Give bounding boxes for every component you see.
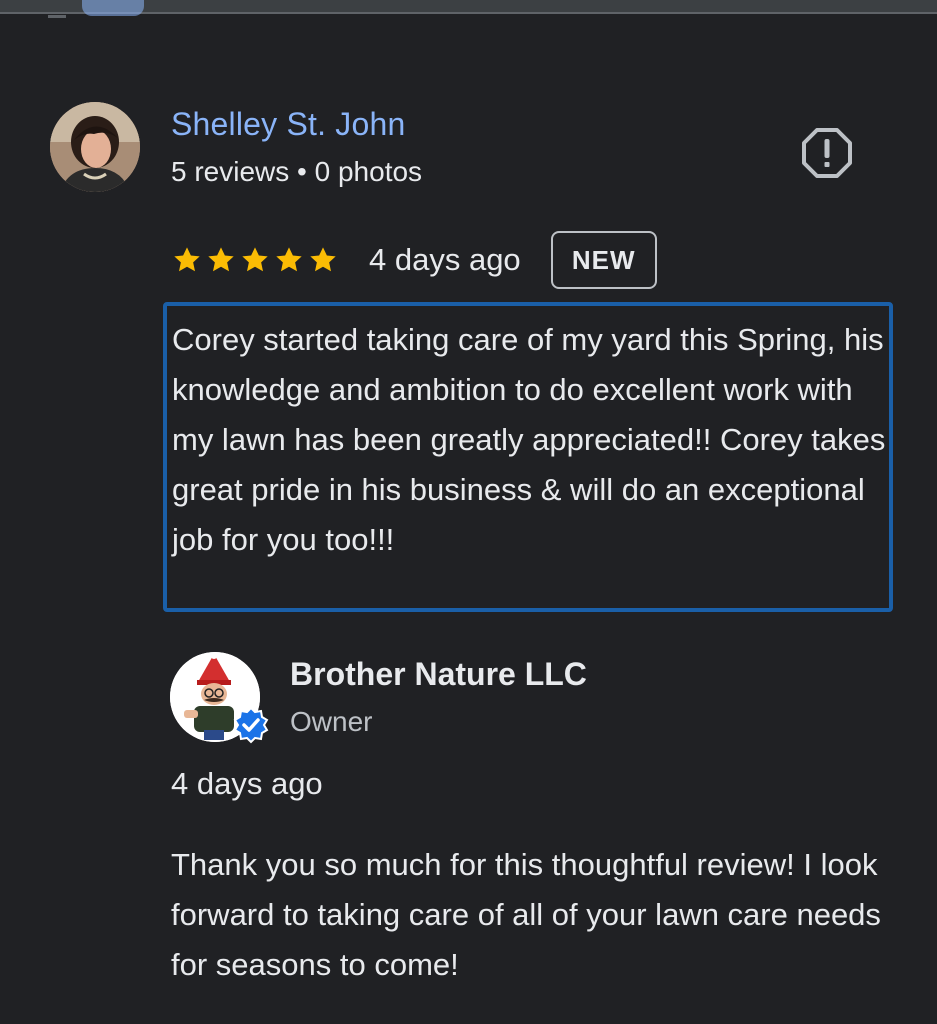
review-text-container[interactable]: Corey started taking care of my yard thi… [163, 302, 893, 612]
sort-chip-row [48, 0, 144, 22]
owner-name[interactable]: Brother Nature LLC [290, 656, 587, 693]
star-icon [174, 247, 200, 272]
new-badge: NEW [550, 231, 657, 289]
star-icon [208, 247, 234, 272]
sort-chip[interactable] [82, 0, 144, 16]
star-icon [310, 247, 336, 272]
review-date: 4 days ago [369, 242, 521, 277]
owner-role: Owner [290, 706, 373, 737]
reviewer-name[interactable]: Shelley St. John [171, 106, 405, 143]
review-text: Corey started taking care of my yard thi… [172, 322, 886, 557]
reviewer-avatar[interactable] [50, 102, 140, 192]
verified-badge-icon [232, 706, 270, 744]
reviewer-stats: 5 reviews • 0 photos [171, 156, 423, 187]
sort-indicator [48, 15, 66, 18]
report-flag-icon[interactable] [800, 126, 854, 180]
star-rating [171, 244, 339, 276]
star-icon [276, 247, 302, 272]
star-icon [242, 247, 268, 272]
rating-row: 4 days ago NEW [171, 230, 657, 290]
reply-text: Thank you so much for this thoughtful re… [171, 847, 881, 982]
reply-date: 4 days ago [171, 766, 323, 801]
